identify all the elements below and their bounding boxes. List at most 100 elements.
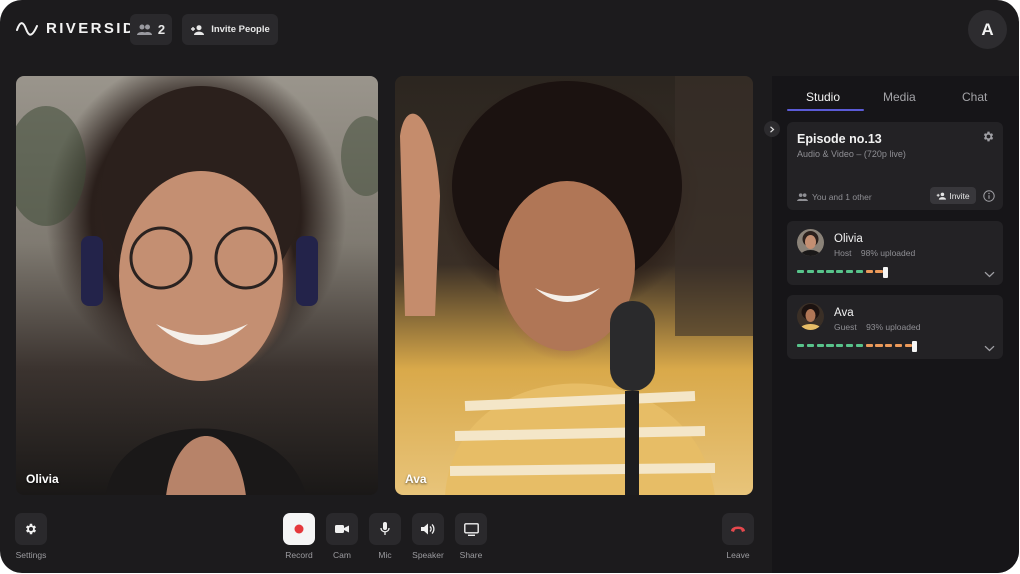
share-button[interactable] bbox=[455, 513, 487, 545]
people-icon bbox=[136, 24, 152, 35]
speaker-button[interactable] bbox=[412, 513, 444, 545]
tab-chat[interactable]: Chat bbox=[962, 90, 987, 104]
share-control[interactable]: Share bbox=[455, 513, 487, 560]
upload-progress-handle bbox=[882, 267, 888, 278]
mic-label: Mic bbox=[378, 550, 392, 560]
settings-label: Settings bbox=[15, 550, 47, 560]
upload-segment-green bbox=[846, 344, 854, 347]
share-label: Share bbox=[459, 550, 483, 560]
invite-button[interactable]: Invite bbox=[930, 187, 976, 204]
upload-segment-green bbox=[806, 270, 815, 273]
leave-label: Leave bbox=[726, 550, 750, 560]
leave-control[interactable]: Leave bbox=[722, 513, 754, 560]
chevron-down-icon bbox=[984, 345, 995, 352]
panel-tabs: Studio Media Chat bbox=[772, 76, 1019, 112]
participant-video-feed bbox=[16, 86, 378, 495]
participant-name-tag: Olivia bbox=[26, 472, 59, 486]
episode-title: Episode no.13 bbox=[797, 132, 882, 146]
upload-segment-green bbox=[816, 344, 824, 347]
upload-segment-orange bbox=[875, 270, 883, 273]
episode-participants: You and 1 other bbox=[797, 192, 872, 202]
hang-up-icon bbox=[731, 526, 745, 532]
upload-segment-orange bbox=[865, 270, 873, 273]
speaker-label: Speaker bbox=[412, 550, 444, 560]
upload-segment-green bbox=[855, 270, 864, 273]
upload-progress bbox=[797, 267, 957, 278]
user-avatar[interactable]: A bbox=[968, 10, 1007, 49]
upload-segment-green bbox=[826, 270, 834, 273]
participant-video-feed bbox=[400, 76, 753, 495]
leave-button[interactable] bbox=[722, 513, 754, 545]
waveform-logo-icon bbox=[16, 21, 38, 36]
invite-label: Invite bbox=[949, 190, 970, 201]
participant-meta: Host 98% uploaded bbox=[834, 248, 915, 258]
gear-icon bbox=[25, 523, 37, 535]
upload-progress-handle bbox=[912, 341, 918, 352]
upload-status: 98% uploaded bbox=[860, 248, 916, 258]
participants-text: You and 1 other bbox=[812, 192, 872, 202]
video-tile-olivia[interactable]: Olivia bbox=[16, 76, 378, 495]
cam-button[interactable] bbox=[326, 513, 358, 545]
speaker-icon bbox=[421, 523, 435, 535]
mic-button[interactable] bbox=[369, 513, 401, 545]
upload-progress bbox=[797, 341, 957, 352]
episode-card: Episode no.13 Audio & Video – (720p live… bbox=[787, 122, 1003, 210]
info-button[interactable] bbox=[983, 189, 995, 207]
settings-control[interactable]: Settings bbox=[15, 513, 47, 560]
expand-participant-button[interactable] bbox=[984, 339, 995, 357]
participants-count-button[interactable]: 2 bbox=[130, 14, 172, 45]
gear-icon bbox=[983, 131, 994, 142]
record-dot-icon bbox=[294, 524, 304, 534]
participant-avatar bbox=[797, 229, 824, 256]
record-button[interactable] bbox=[283, 513, 315, 545]
record-control[interactable]: Record bbox=[283, 513, 315, 560]
record-label: Record bbox=[285, 550, 313, 560]
upload-segment-green bbox=[816, 270, 824, 273]
participant-card-ava: Ava Guest 93% uploaded bbox=[787, 295, 1003, 359]
video-tile-ava[interactable]: Ava bbox=[395, 76, 753, 495]
upload-segment-orange bbox=[885, 344, 893, 347]
people-icon bbox=[797, 193, 808, 201]
upload-segment-green bbox=[836, 344, 844, 347]
upload-status: 93% uploaded bbox=[866, 322, 921, 332]
upload-segment-orange bbox=[865, 344, 873, 347]
add-person-icon bbox=[191, 24, 205, 35]
riverside-studio-window: RIVERSIDE 2 Invite People A Olivia Ava S… bbox=[0, 0, 1019, 573]
tab-media[interactable]: Media bbox=[883, 90, 916, 104]
upload-segment-orange bbox=[875, 344, 883, 347]
camera-icon bbox=[335, 525, 349, 533]
avatar-initial: A bbox=[981, 19, 994, 39]
participants-count: 2 bbox=[157, 22, 166, 37]
participant-card-olivia: Olivia Host 98% uploaded bbox=[787, 221, 1003, 285]
invite-people-button[interactable]: Invite People bbox=[182, 14, 278, 45]
episode-settings-button[interactable] bbox=[982, 130, 995, 148]
speaker-control[interactable]: Speaker bbox=[412, 513, 444, 560]
upload-segment-green bbox=[797, 270, 805, 273]
upload-segment-green bbox=[836, 270, 844, 273]
add-person-icon bbox=[937, 192, 947, 200]
expand-participant-button[interactable] bbox=[984, 265, 995, 283]
upload-segment-orange bbox=[904, 344, 913, 347]
tab-studio[interactable]: Studio bbox=[806, 90, 840, 104]
collapse-panel-button[interactable] bbox=[764, 121, 780, 137]
microphone-icon bbox=[380, 522, 390, 535]
active-tab-indicator bbox=[787, 109, 864, 111]
participant-name: Olivia bbox=[834, 233, 863, 245]
cam-control[interactable]: Cam bbox=[326, 513, 358, 560]
info-icon bbox=[983, 190, 995, 202]
upload-segment-green bbox=[806, 344, 815, 347]
upload-segment-orange bbox=[895, 344, 903, 347]
participant-name-tag: Ava bbox=[405, 472, 427, 486]
upload-segment-green bbox=[846, 270, 854, 273]
upload-segment-green bbox=[826, 344, 834, 347]
invite-people-label: Invite People bbox=[211, 24, 270, 35]
participant-role: Host bbox=[834, 248, 852, 258]
chevron-down-icon bbox=[984, 271, 995, 278]
settings-button[interactable] bbox=[15, 513, 47, 545]
participant-avatar bbox=[797, 303, 824, 330]
cam-label: Cam bbox=[333, 550, 351, 560]
participant-name: Ava bbox=[834, 307, 854, 319]
episode-subtitle: Audio & Video – (720p live) bbox=[797, 149, 906, 159]
chevron-right-icon bbox=[770, 125, 775, 133]
mic-control[interactable]: Mic bbox=[369, 513, 401, 560]
